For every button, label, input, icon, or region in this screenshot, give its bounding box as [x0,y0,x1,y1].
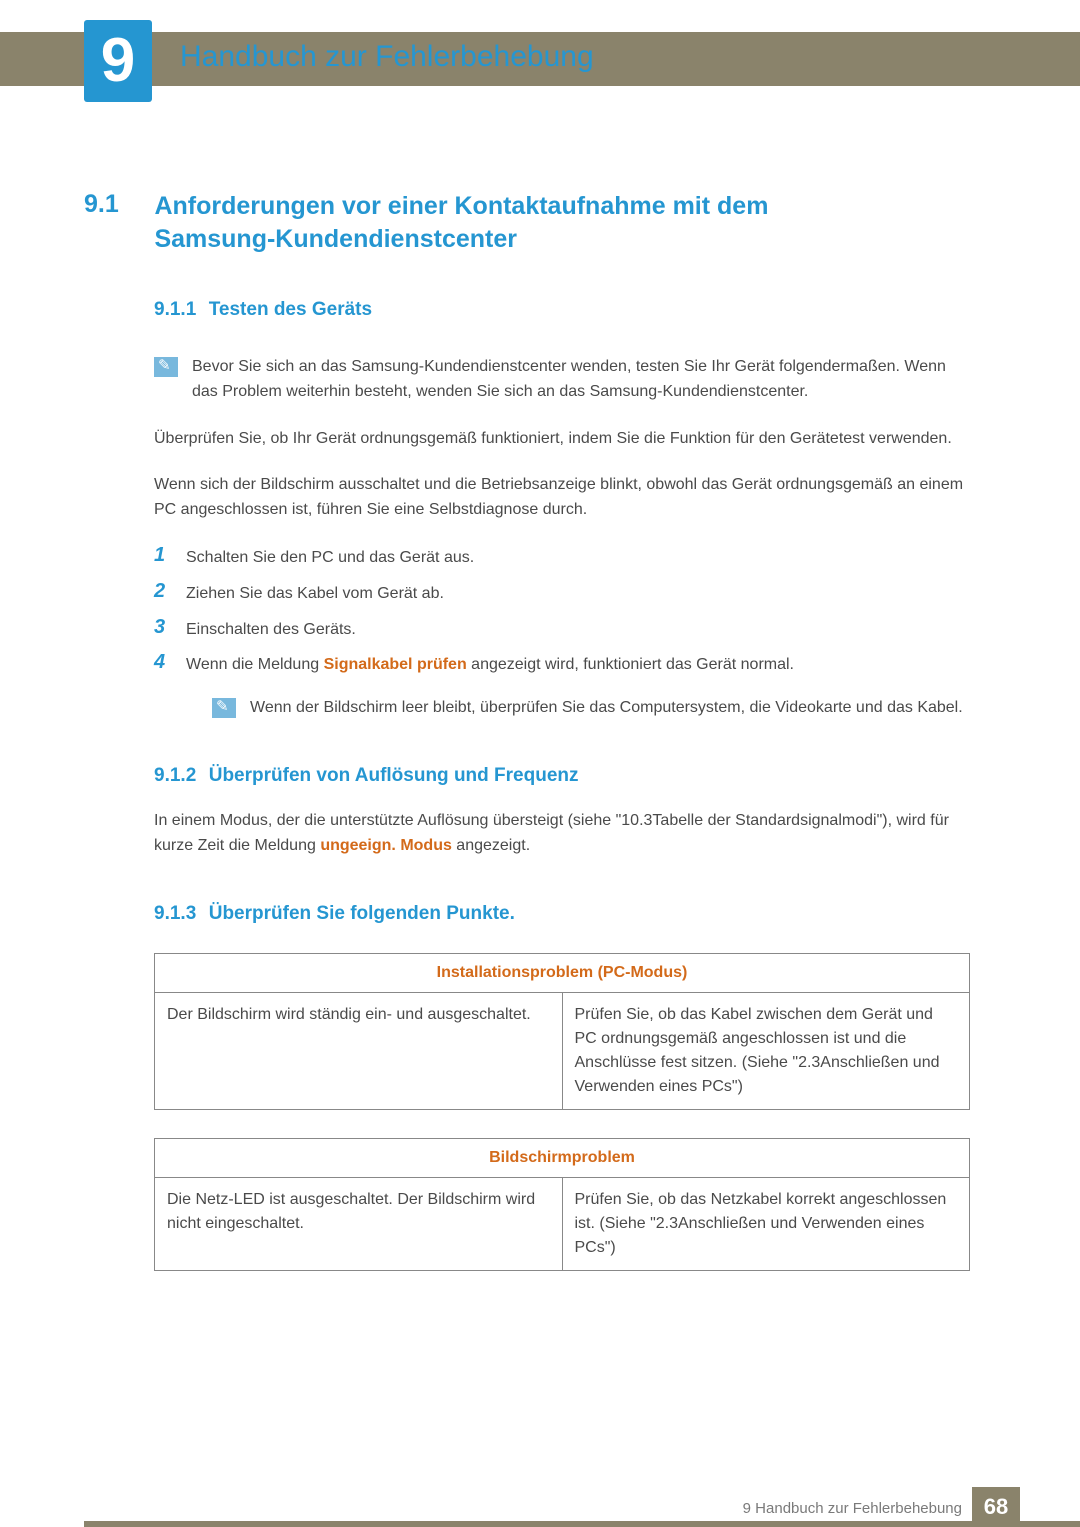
note-text: Wenn der Bildschirm leer bleibt, überprü… [250,696,963,721]
table-cell-solution: Prüfen Sie, ob das Kabel zwischen dem Ge… [562,992,970,1109]
problem-table-screen: Bildschirmproblem Die Netz-LED ist ausge… [154,1138,970,1271]
text: In einem Modus, der die unterstützte Auf… [154,812,949,854]
footer-text: 9 Handbuch zur Fehlerbehebung [743,1500,962,1517]
paragraph: Wenn sich der Bildschirm ausschaltet und… [154,473,970,523]
subsection-number: 9.1.1 [154,299,196,320]
list-item: 4 Wenn die Meldung Signalkabel prüfen an… [154,650,970,678]
subsection-heading: 9.1.2 Überprüfen von Auflösung und Frequ… [154,765,970,787]
section-title: Anforderungen vor einer Kontaktaufnahme … [154,190,814,255]
list-text: Wenn die Meldung Signalkabel prüfen ange… [186,650,794,678]
section-number: 9.1 [84,190,150,219]
subsection-title: Überprüfen von Auflösung und Frequenz [209,765,579,786]
subsection-title: Überprüfen Sie folgenden Punkte. [209,903,515,924]
note-icon [212,698,236,718]
table-header: Installationsproblem (PC-Modus) [155,953,970,992]
table-row: Die Netz-LED ist ausgeschaltet. Der Bild… [155,1177,970,1270]
note-text: Bevor Sie sich an das Samsung-Kundendien… [192,355,970,405]
ordered-list: 1 Schalten Sie den PC und das Gerät aus.… [154,543,970,678]
list-number: 3 [154,615,170,643]
text: angezeigt. [452,837,530,854]
note-icon [154,357,178,377]
subsection-number: 9.1.3 [154,903,196,924]
list-text: Ziehen Sie das Kabel vom Gerät ab. [186,579,444,607]
subsection-heading: 9.1.3 Überprüfen Sie folgenden Punkte. [154,903,970,925]
subsection-title: Testen des Geräts [209,299,372,320]
table-header: Bildschirmproblem [155,1138,970,1177]
page-footer: 9 Handbuch zur Fehlerbehebung 68 [0,1487,1080,1527]
page-content: 9.1 Anforderungen vor einer Kontaktaufna… [84,190,970,1271]
table-cell-problem: Der Bildschirm wird ständig ein- und aus… [155,992,563,1109]
highlight-text: ungeeign. Modus [320,837,452,854]
chapter-title: Handbuch zur Fehlerbehebung [180,40,594,74]
note-block: Wenn der Bildschirm leer bleibt, überprü… [212,696,970,721]
list-item: 1 Schalten Sie den PC und das Gerät aus. [154,543,970,571]
footer-bar [84,1521,1080,1527]
table-row: Der Bildschirm wird ständig ein- und aus… [155,992,970,1109]
text: angezeigt wird, funktioniert das Gerät n… [467,656,794,673]
list-text: Schalten Sie den PC und das Gerät aus. [186,543,474,571]
list-text: Einschalten des Geräts. [186,615,356,643]
list-item: 2 Ziehen Sie das Kabel vom Gerät ab. [154,579,970,607]
note-block: Bevor Sie sich an das Samsung-Kundendien… [154,355,970,405]
list-number: 1 [154,543,170,571]
highlight-text: Signalkabel prüfen [324,656,467,673]
paragraph: Überprüfen Sie, ob Ihr Gerät ordnungsgem… [154,427,970,452]
chapter-number-badge: 9 [84,20,152,102]
text: Wenn die Meldung [186,656,324,673]
table-cell-problem: Die Netz-LED ist ausgeschaltet. Der Bild… [155,1177,563,1270]
paragraph: In einem Modus, der die unterstützte Auf… [154,809,970,859]
list-number: 2 [154,579,170,607]
section-heading: 9.1 Anforderungen vor einer Kontaktaufna… [84,190,970,255]
list-item: 3 Einschalten des Geräts. [154,615,970,643]
list-number: 4 [154,650,170,678]
table-cell-solution: Prüfen Sie, ob das Netzkabel korrekt ang… [562,1177,970,1270]
subsection-heading: 9.1.1 Testen des Geräts [154,299,970,321]
note-line: Bevor Sie sich an das Samsung-Kundendien… [192,358,900,375]
problem-table-installation: Installationsproblem (PC-Modus) Der Bild… [154,953,970,1110]
subsection-number: 9.1.2 [154,765,196,786]
